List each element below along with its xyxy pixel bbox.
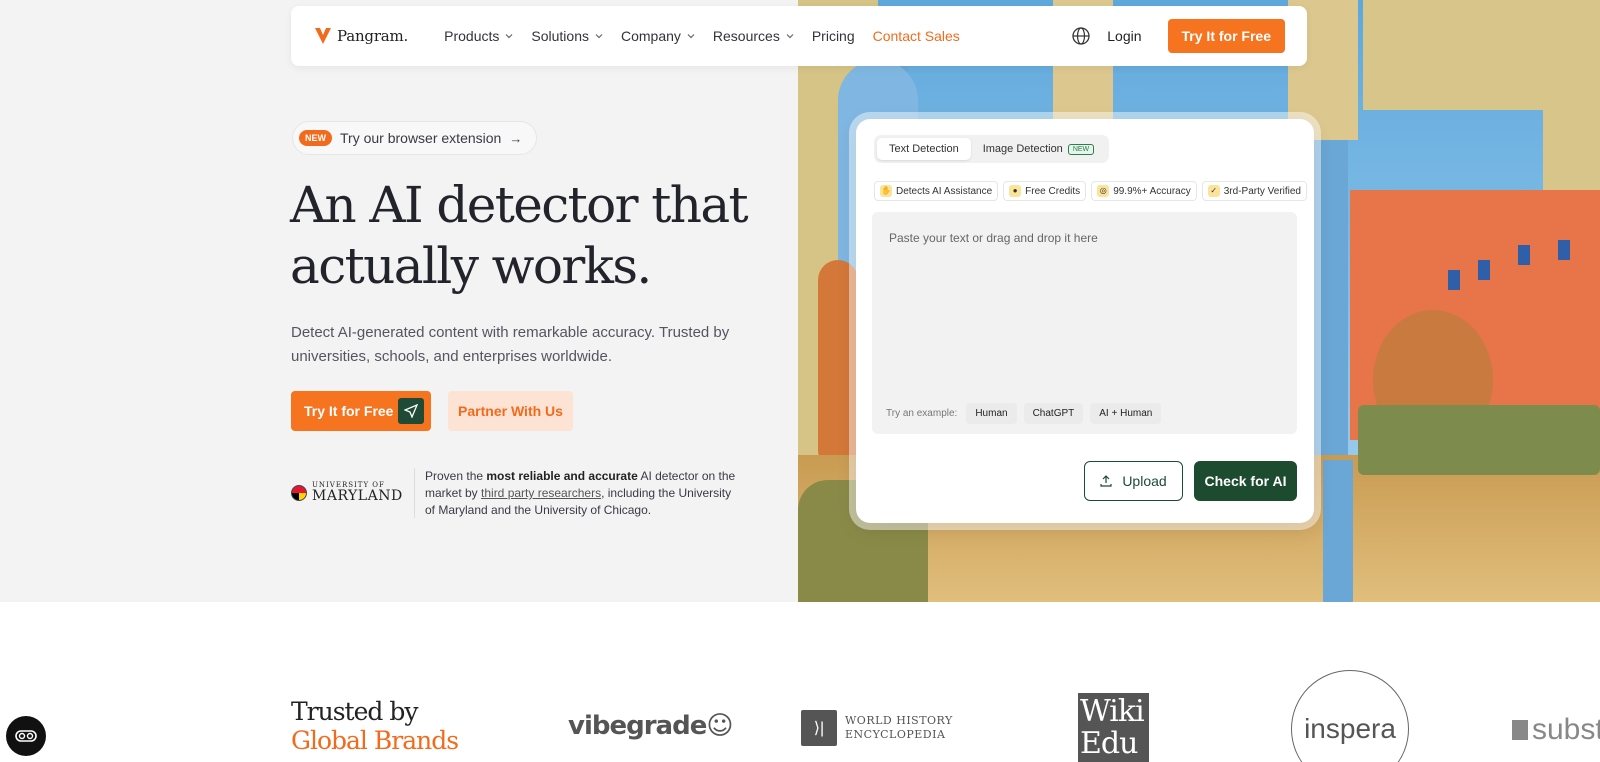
vibegrade-text: vibegrade: [568, 711, 707, 741]
smile-icon: ☺: [706, 711, 733, 741]
feature-label: Free Credits: [1025, 185, 1081, 197]
upload-icon: [1100, 475, 1112, 487]
inspera-text: inspera: [1304, 713, 1396, 744]
nav-contact-sales[interactable]: Contact Sales: [873, 28, 960, 44]
nav-try-free-button[interactable]: Try It for Free: [1167, 19, 1285, 53]
proof-bold: most reliable and accurate: [486, 469, 638, 483]
chevron-down-icon: [595, 34, 603, 39]
example-buttons: Try an example: Human ChatGPT AI + Human: [886, 403, 1162, 424]
detection-tabs: Text Detection Image Detection NEW: [874, 135, 1110, 163]
pangram-logo-icon: [315, 28, 331, 44]
umd-big-text: MARYLAND: [312, 488, 403, 504]
send-icon: [398, 398, 424, 424]
whe-mark-icon: ⟩|: [801, 710, 837, 746]
coins-icon: ●: [1009, 185, 1022, 197]
divider: [414, 468, 415, 518]
hero-subtext: Detect AI-generated content with remarka…: [291, 324, 730, 365]
brand-name: Pangram.: [337, 27, 409, 45]
feature-chip: ✋ Detects AI Assistance: [874, 181, 999, 201]
proof-text: Proven the most reliable and accurate AI…: [425, 468, 740, 519]
try-free-label: Try It for Free: [304, 403, 394, 419]
accessibility-toggle-button[interactable]: [6, 716, 46, 756]
target-icon: ◎: [1097, 185, 1110, 197]
feature-chip: ✓ 3rd-Party Verified: [1201, 181, 1307, 201]
substack-logo: subst: [1512, 713, 1600, 747]
subst-text: subst: [1532, 713, 1600, 746]
headline-line-1: An AI detector that: [290, 176, 749, 234]
substack-icon: [1512, 720, 1528, 740]
trusted-line-1: Trusted by: [291, 697, 418, 726]
hero-headline: An AI detector that actually works.: [290, 175, 790, 297]
login-link[interactable]: Login: [1107, 28, 1141, 44]
nav-resources-label: Resources: [712, 28, 780, 44]
chevron-down-icon: [786, 34, 794, 39]
chevron-down-icon: [687, 34, 695, 39]
maryland-seal-icon: [291, 484, 307, 501]
example-human-button[interactable]: Human: [966, 403, 1017, 424]
glasses-icon: [15, 730, 37, 742]
new-badge: NEW: [299, 130, 332, 146]
upload-label: Upload: [1122, 473, 1167, 489]
example-chatgpt-button[interactable]: ChatGPT: [1023, 403, 1084, 424]
feature-chip: ◎ 99.9%+ Accuracy: [1091, 181, 1197, 201]
feature-label: Detects AI Assistance: [896, 185, 993, 197]
globe-icon[interactable]: [1071, 26, 1091, 46]
headline-line-2: actually works.: [290, 237, 652, 295]
world-history-encyclopedia-logo: ⟩| WORLD HISTORY ENCYCLOPEDIA: [801, 710, 953, 746]
nav-resources[interactable]: Resources: [713, 28, 794, 44]
detector-card: Text Detection Image Detection NEW ✋ Dete…: [856, 119, 1314, 523]
example-label: Try an example:: [886, 408, 958, 419]
brand-logo[interactable]: Pangram.: [313, 26, 408, 46]
hand-icon: ✋: [880, 185, 892, 197]
university-maryland-logo: UNIVERSITY OF MARYLAND: [291, 482, 403, 503]
check-for-ai-button[interactable]: Check for AI: [1194, 461, 1297, 501]
feature-chip: ● Free Credits: [1003, 181, 1087, 201]
whe-line-1: WORLD HISTORY: [845, 714, 953, 727]
proof-prefix: Proven the: [425, 469, 487, 483]
third-party-link[interactable]: third party researchers: [481, 486, 601, 500]
new-badge: NEW: [1067, 143, 1095, 155]
partner-button[interactable]: Partner With Us: [448, 391, 573, 431]
example-ai-human-button[interactable]: AI + Human: [1090, 403, 1162, 424]
top-nav: Pangram. Products Solutions Company Reso…: [291, 6, 1307, 66]
browser-extension-pill[interactable]: NEW Try our browser extension →: [292, 121, 538, 155]
wiki-line-1: Wiki: [1080, 694, 1145, 729]
trusted-heading: Trusted by Global Brands: [291, 697, 459, 755]
tab-text-detection[interactable]: Text Detection: [877, 138, 971, 160]
feature-label: 99.9%+ Accuracy: [1113, 185, 1191, 197]
upload-button[interactable]: Upload: [1084, 461, 1183, 501]
text-input-placeholder: Paste your text or drag and drop it here: [889, 231, 1098, 245]
nav-solutions-label: Solutions: [531, 28, 589, 44]
trusted-line-2: Global Brands: [291, 726, 459, 755]
wikiedu-logo: Wiki Edu: [1078, 693, 1149, 762]
vibegrade-logo: vibegrade ☺: [568, 711, 733, 741]
check-icon: ✓: [1207, 185, 1220, 197]
extension-text: Try our browser extension: [340, 130, 502, 146]
feature-label: 3rd-Party Verified: [1223, 185, 1301, 197]
nav-pricing[interactable]: Pricing: [812, 28, 855, 44]
tab-image-detection[interactable]: Image Detection NEW: [971, 138, 1106, 160]
nav-company[interactable]: Company: [621, 28, 695, 44]
try-free-button[interactable]: Try It for Free: [291, 391, 431, 431]
tab-image-label: Image Detection: [982, 143, 1063, 155]
chevron-down-icon: [505, 34, 513, 39]
text-input-area[interactable]: Paste your text or drag and drop it here…: [872, 212, 1297, 434]
nav-company-label: Company: [620, 28, 681, 44]
wiki-line-2: Edu: [1080, 726, 1138, 761]
inspera-logo: inspera: [1291, 670, 1409, 762]
whe-line-2: ENCYCLOPEDIA: [845, 728, 946, 741]
feature-chips: ✋ Detects AI Assistance ● Free Credits ◎ 99…: [874, 181, 1307, 201]
arrow-right-icon: →: [509, 130, 523, 146]
nav-products-label: Products: [444, 28, 500, 44]
tab-text-label: Text Detection: [889, 143, 959, 155]
nav-products[interactable]: Products: [444, 28, 513, 44]
nav-solutions[interactable]: Solutions: [531, 28, 603, 44]
